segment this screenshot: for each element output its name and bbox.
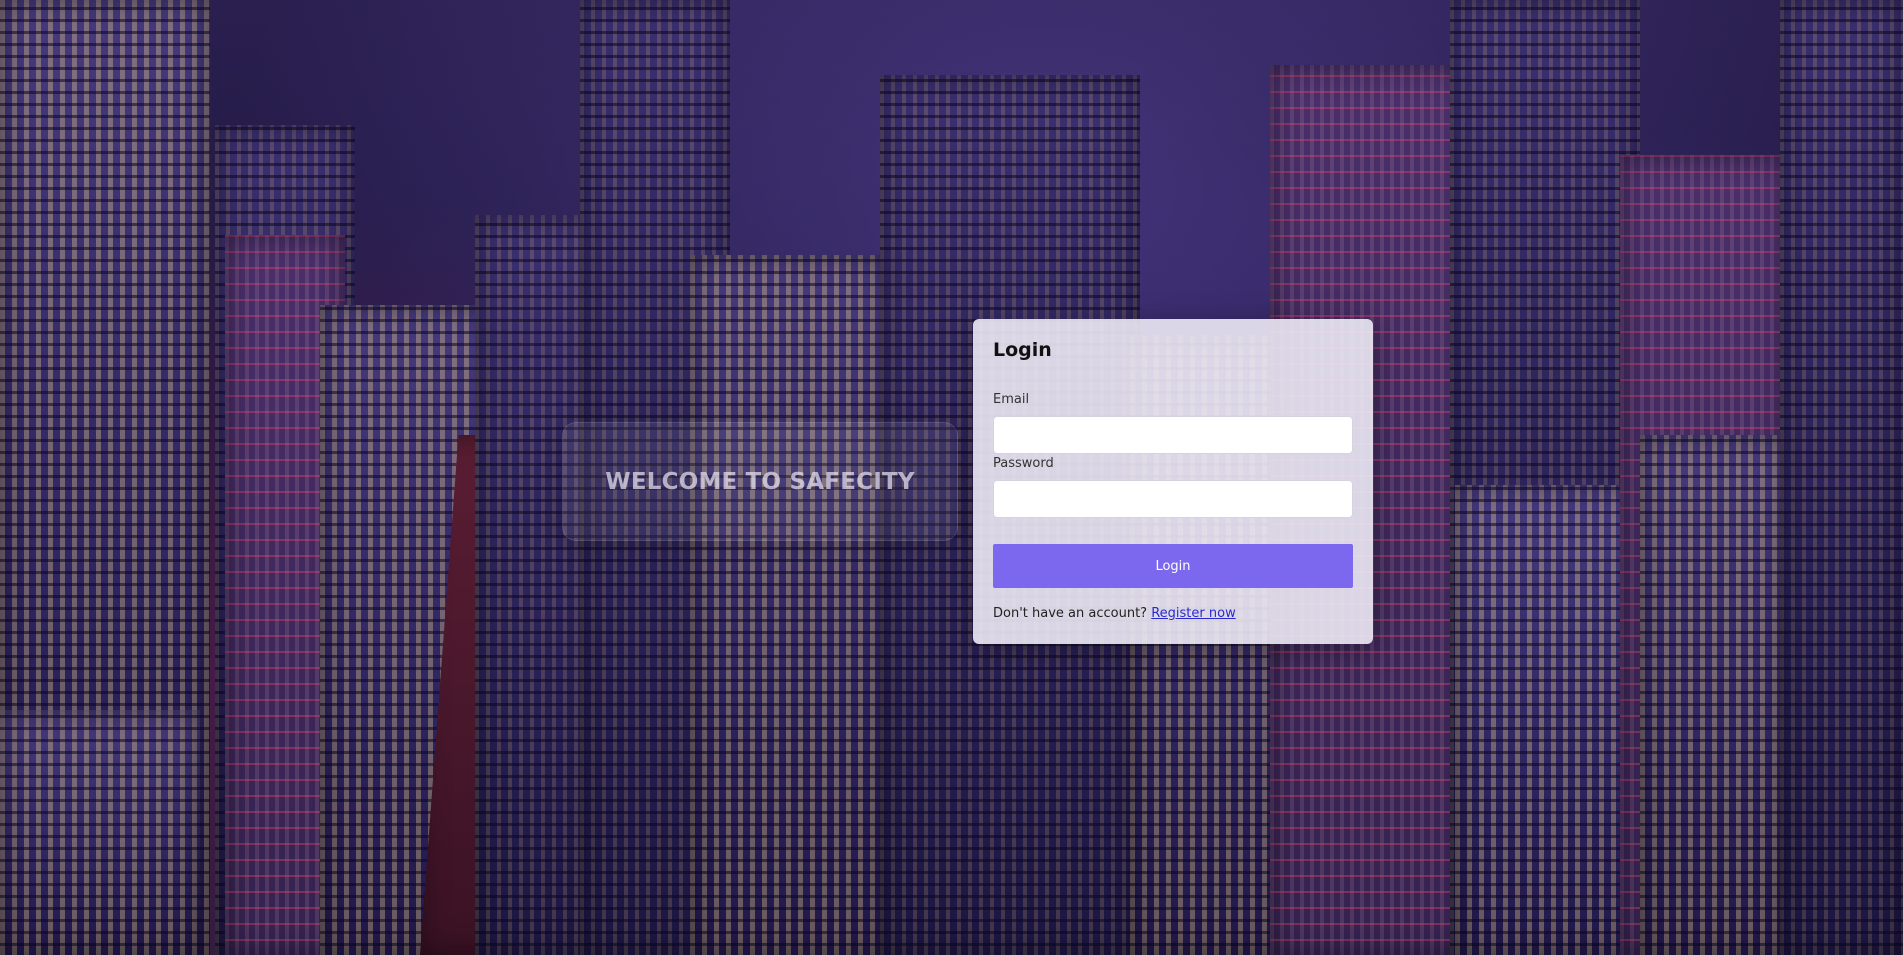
login-title: Login (993, 339, 1052, 361)
login-card: Login Email Password Login Don't have an… (973, 319, 1373, 644)
email-field[interactable] (993, 416, 1353, 454)
building (1780, 0, 1903, 955)
building (0, 710, 200, 955)
password-field[interactable] (993, 480, 1353, 518)
register-link[interactable]: Register now (1151, 606, 1235, 621)
register-row: Don't have an account? Register now (993, 606, 1236, 621)
welcome-title: WELCOME TO SAFECITY (605, 468, 915, 495)
welcome-panel: WELCOME TO SAFECITY (562, 422, 958, 541)
password-label: Password (993, 456, 1054, 471)
building (1640, 435, 1790, 955)
register-prompt: Don't have an account? (993, 606, 1148, 621)
building (690, 255, 890, 955)
login-button[interactable]: Login (993, 544, 1353, 588)
email-label: Email (993, 392, 1030, 407)
